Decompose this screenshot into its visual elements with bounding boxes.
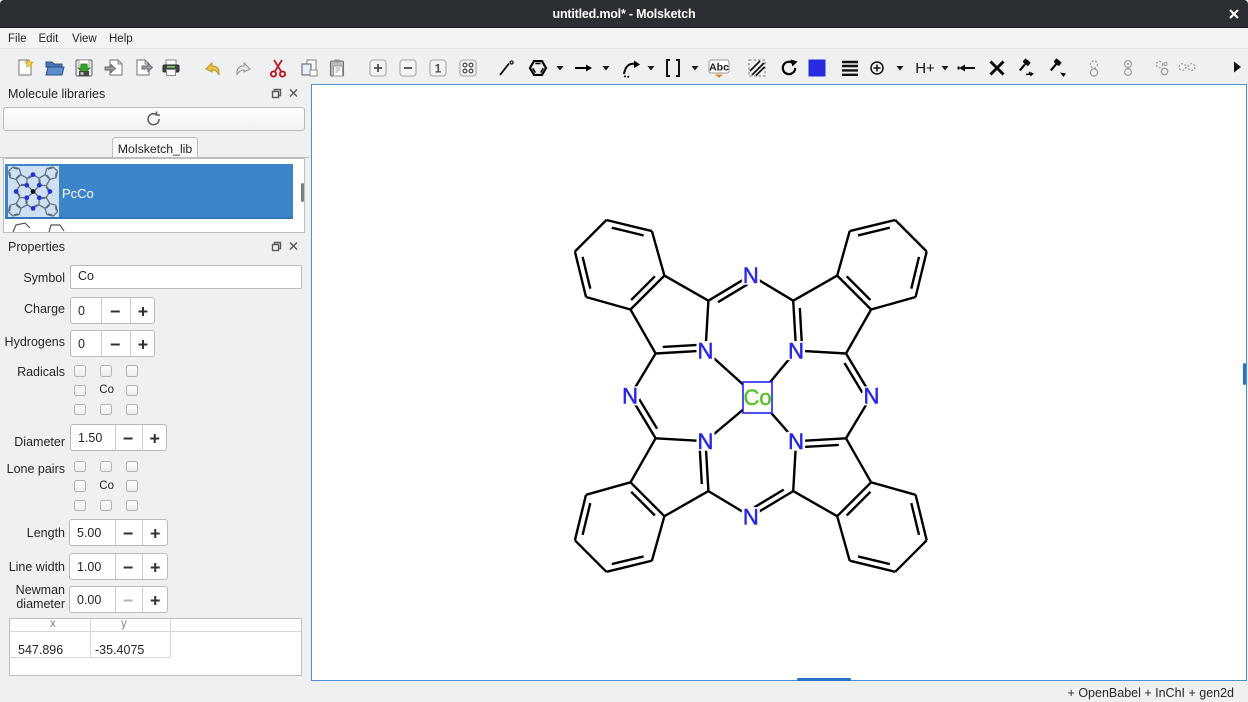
svg-text:N: N xyxy=(698,429,714,454)
svg-text:N: N xyxy=(622,384,638,409)
svg-text:N: N xyxy=(788,338,804,363)
svg-text:H+: H+ xyxy=(915,60,935,77)
svg-text:Co: Co xyxy=(743,385,771,410)
svg-text:N: N xyxy=(698,338,714,363)
svg-text:N: N xyxy=(743,263,759,288)
svg-text:N: N xyxy=(788,429,804,454)
svg-text:Abc: Abc xyxy=(709,62,729,74)
svg-text:N: N xyxy=(864,384,880,409)
svg-text:N: N xyxy=(743,504,759,529)
svg-text:1: 1 xyxy=(435,62,442,76)
